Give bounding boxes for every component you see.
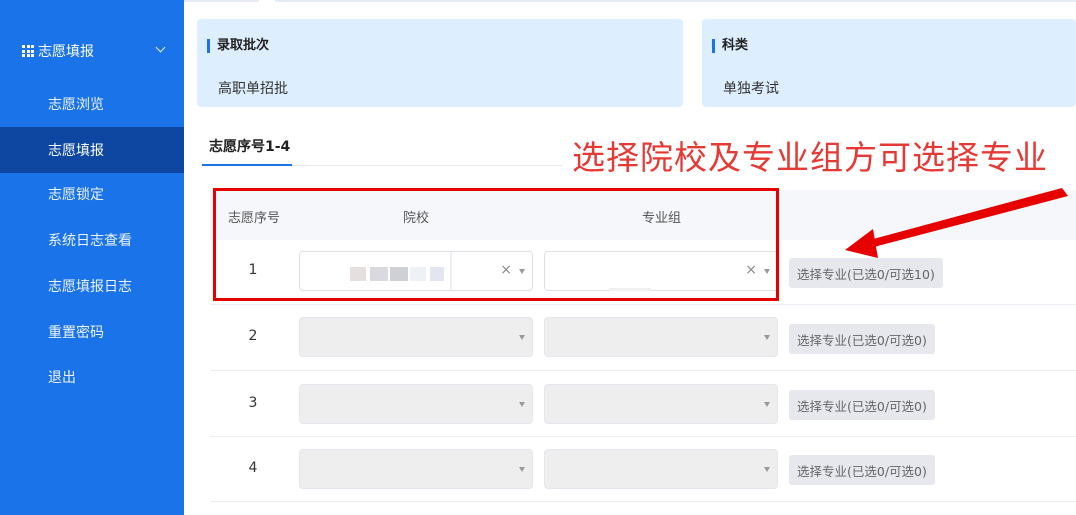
batch-card: 录取批次 高职单招批 bbox=[197, 19, 683, 107]
category-card-value: 单独考试 bbox=[723, 81, 779, 97]
caret-down-icon bbox=[519, 335, 525, 340]
sidebar-item-label: 退出 bbox=[48, 370, 76, 386]
group-select[interactable] bbox=[544, 317, 778, 357]
row-divider bbox=[210, 304, 1076, 305]
sidebar-item-lock[interactable]: 志愿锁定 bbox=[0, 171, 184, 217]
caret-down-icon bbox=[764, 467, 770, 472]
sidebar-item-fill[interactable]: 志愿填报 bbox=[0, 127, 184, 173]
caret-down-icon bbox=[764, 402, 770, 407]
sidebar-item-label: 重置密码 bbox=[48, 325, 104, 341]
sidebar-item-label: 系统日志查看 bbox=[48, 233, 132, 249]
group-select[interactable] bbox=[544, 449, 778, 489]
top-divider bbox=[184, 0, 1076, 2]
sidebar-item-label: 志愿填报 bbox=[48, 143, 104, 159]
category-card-title: 科类 bbox=[712, 39, 748, 53]
row-divider bbox=[210, 501, 1076, 502]
highlight-box bbox=[213, 188, 779, 301]
annotation-text: 选择院校及专业组方可选择专业 bbox=[572, 138, 1048, 177]
sidebar: 志愿填报 志愿浏览 志愿填报 志愿锁定 系统日志查看 志愿填报日志 重置密码 退… bbox=[0, 0, 184, 515]
tab-order-1-4[interactable]: 志愿序号1-4 bbox=[209, 136, 290, 156]
row-divider bbox=[210, 370, 1076, 371]
sidebar-item-label: 志愿填报日志 bbox=[48, 279, 132, 295]
select-major-button[interactable]: 选择专业(已选0/可选0) bbox=[789, 455, 935, 485]
category-card: 科类 单独考试 bbox=[702, 19, 1076, 107]
school-select[interactable] bbox=[299, 449, 533, 489]
select-major-button[interactable]: 选择专业(已选0/可选0) bbox=[789, 390, 935, 420]
sidebar-item-fill-log[interactable]: 志愿填报日志 bbox=[0, 263, 184, 309]
sidebar-item-reset-password[interactable]: 重置密码 bbox=[0, 309, 184, 355]
sidebar-item-label: 志愿锁定 bbox=[48, 187, 104, 203]
sidebar-menu-header[interactable]: 志愿填报 bbox=[0, 28, 184, 74]
school-select[interactable] bbox=[299, 317, 533, 357]
select-major-button[interactable]: 选择专业(已选0/可选0) bbox=[789, 324, 935, 354]
sidebar-item-label: 志愿浏览 bbox=[48, 97, 104, 113]
batch-card-title: 录取批次 bbox=[207, 39, 269, 53]
sidebar-item-browse[interactable]: 志愿浏览 bbox=[0, 81, 184, 127]
sidebar-item-system-log[interactable]: 系统日志查看 bbox=[0, 217, 184, 263]
tab-active-indicator bbox=[202, 164, 292, 166]
caret-down-icon bbox=[519, 402, 525, 407]
select-major-button[interactable]: 选择专业(已选0/可选10) bbox=[789, 258, 943, 288]
group-select[interactable] bbox=[544, 384, 778, 424]
grid-menu-icon bbox=[22, 45, 34, 57]
sidebar-item-logout[interactable]: 退出 bbox=[0, 354, 184, 400]
row-divider bbox=[210, 436, 1076, 437]
chevron-down-icon[interactable] bbox=[155, 42, 166, 53]
sidebar-header-label: 志愿填报 bbox=[38, 44, 94, 60]
tab-divider bbox=[292, 165, 562, 166]
row-index: 2 bbox=[248, 328, 258, 344]
batch-card-value: 高职单招批 bbox=[218, 81, 288, 97]
row-index: 3 bbox=[248, 395, 258, 411]
caret-down-icon bbox=[764, 335, 770, 340]
school-select[interactable] bbox=[299, 384, 533, 424]
row-index: 4 bbox=[248, 460, 258, 476]
caret-down-icon bbox=[519, 467, 525, 472]
